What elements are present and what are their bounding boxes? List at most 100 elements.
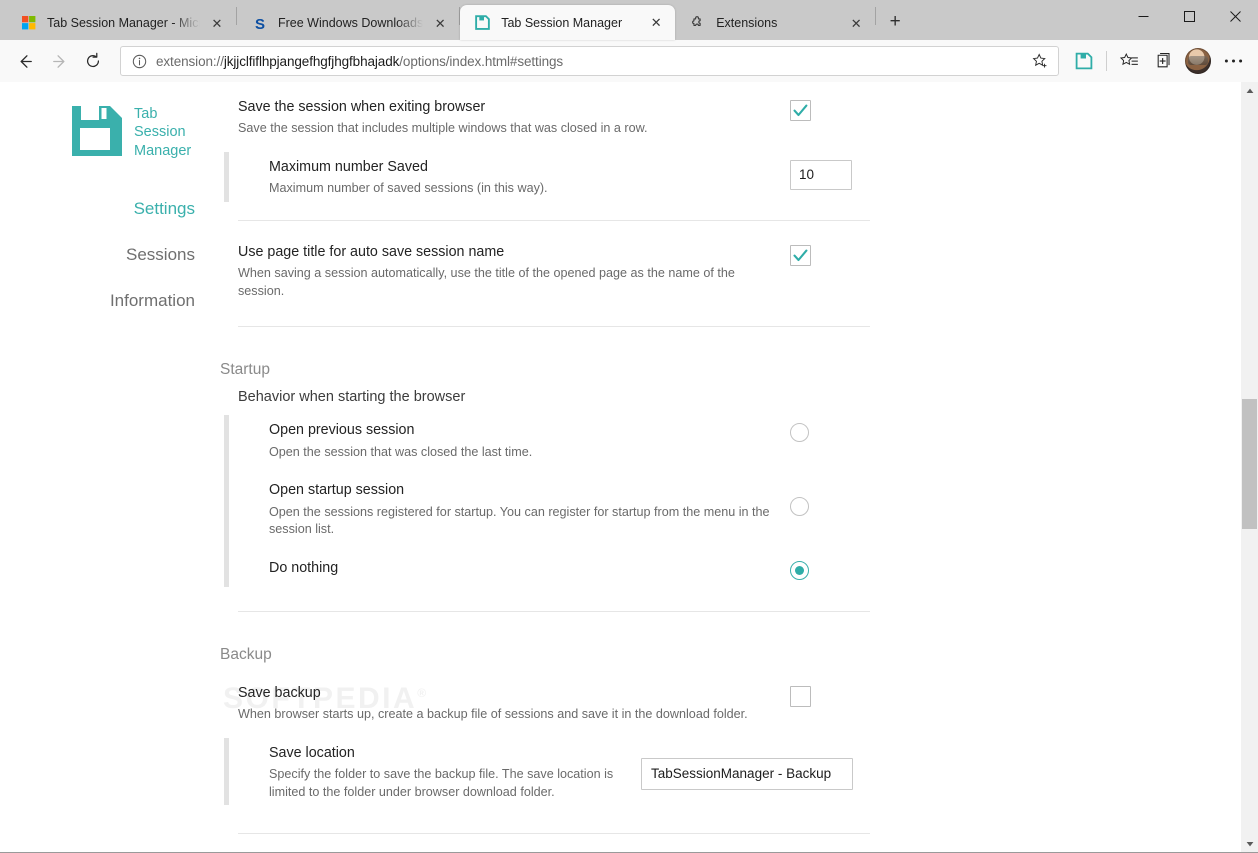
toolbar-separator [1106,51,1107,71]
radio-do-nothing[interactable] [790,560,809,580]
radio-open-previous-session[interactable] [790,423,809,443]
setting-title: Save the session when exiting browser [238,99,486,115]
setting-row-use-page-title: Use page title for auto save session nam… [220,221,880,311]
section-title-startup: Startup [220,361,270,379]
group-title-startup-behavior: Behavior when starting the browser [238,389,466,406]
radio-open-startup-session[interactable] [790,497,809,517]
close-button[interactable] [1212,0,1258,32]
tab-close-icon[interactable]: ✕ [206,12,228,34]
check-icon [793,104,808,117]
scrollbar-thumb[interactable] [1242,399,1257,529]
window-controls [1120,0,1258,32]
setting-row-open-previous-session: Open previous session Open the session t… [238,411,880,471]
page-scrollbar[interactable] [1241,82,1258,852]
setting-description: Specify the folder to save the backup fi… [269,767,614,799]
setting-texts: Save backup When browser starts up, crea… [238,684,790,724]
floppy-disk-icon [474,14,491,31]
sidebar-item-information[interactable]: Information [0,278,195,324]
setting-description: When browser starts up, create a backup … [238,707,748,722]
scroll-down-arrow-icon[interactable] [1241,835,1258,852]
browser-window: Tab Session Manager - Microsoft ✕ S Free… [0,0,1258,853]
site-info-icon[interactable] [129,51,149,71]
setting-description: Open the sessions registered for startup… [269,504,770,537]
browser-tab-2[interactable]: S Free Windows Downloads ✕ [237,6,459,40]
minimize-button[interactable] [1120,0,1166,32]
setting-control [790,243,880,266]
setting-control: TabSessionManager - Backup [641,744,865,790]
new-tab-button[interactable]: + [880,7,910,37]
ellipsis-more-icon[interactable] [1216,44,1250,78]
setting-control [790,684,880,707]
setting-title: Open startup session [269,482,405,499]
brand-line-2: Session [134,124,186,141]
setting-texts: Use page title for auto save session nam… [238,243,790,301]
forward-button[interactable] [42,44,76,78]
url-text[interactable]: extension://jkjjclfiflhpjangefhgfjhgfbha… [149,54,1026,69]
section-divider [238,833,870,835]
setting-row-save-backup: Save backup When browser starts up, crea… [220,674,880,734]
section-title-backup: Backup [220,645,272,663]
browser-tab-3-active[interactable]: Tab Session Manager ✕ [460,5,676,40]
setting-control [790,559,880,580]
input-max-number-saved[interactable]: 10 [790,159,852,190]
setting-title: Save backup [238,684,321,701]
checkbox-use-page-title[interactable] [790,244,811,266]
setting-description: When saving a session automatically, use… [238,266,735,298]
scrollbar-track[interactable] [1241,99,1258,835]
refresh-button[interactable] [76,44,110,78]
address-bar[interactable]: extension://jkjjclfiflhpjangefhgfjhgfbha… [120,46,1059,76]
tab-strip: Tab Session Manager - Microsoft ✕ S Free… [0,0,910,40]
tab-separator [875,7,877,25]
puzzle-piece-icon [689,15,706,32]
floppy-disk-extension-icon[interactable] [1067,44,1101,78]
setting-texts: Open startup session Open the sessions r… [269,481,790,539]
tab-close-icon[interactable]: ✕ [845,12,867,34]
setting-texts: Save the session when exiting browser Sa… [238,98,790,138]
tab-close-icon[interactable]: ✕ [429,12,451,34]
sidebar-item-settings[interactable]: Settings [0,186,195,232]
brand-title: Tab Session Manager [134,104,196,160]
collections-add-icon[interactable] [1146,44,1180,78]
setting-description: Save the session that includes multiple … [238,121,648,136]
setting-description: Maximum number of saved sessions (in thi… [269,181,548,196]
sub-settings-max-saved: Maximum number Saved Maximum number of s… [220,148,880,208]
favorite-star-icon[interactable] [1026,48,1054,74]
setting-title: Open previous session [269,422,415,439]
sub-settings-startup-options: Open previous session Open the session t… [220,411,880,592]
page-viewport: Tab Session Manager Settings Sessions In… [0,82,1258,852]
softpedia-s-icon: S [251,15,268,32]
brand-line-3: Manager [134,142,192,159]
tab-close-icon[interactable]: ✕ [645,12,667,34]
input-save-location[interactable]: TabSessionManager - Backup [641,757,853,790]
scroll-up-arrow-icon[interactable] [1241,82,1258,99]
setting-control [790,421,880,443]
microsoft-logo-icon [20,15,37,32]
checkbox-save-on-exit[interactable] [790,100,811,121]
sidebar-item-sessions[interactable]: Sessions [0,232,195,278]
profile-avatar[interactable] [1185,48,1211,74]
tab-title: Tab Session Manager [501,15,623,30]
setting-row-do-nothing: Do nothing [238,549,880,593]
setting-row-save-location: Save location Specify the folder to save… [238,734,880,812]
title-bar: Tab Session Manager - Microsoft ✕ S Free… [0,0,1258,40]
sidebar-nav: Settings Sessions Information [0,186,212,324]
setting-title: Use page title for auto save session nam… [238,243,505,260]
browser-tab-1[interactable]: Tab Session Manager - Microsoft ✕ [6,6,236,40]
browser-toolbar: extension://jkjjclfiflhpjangefhgfjhgfbha… [0,40,1258,82]
setting-title: Save location [269,744,355,761]
sidebar: Tab Session Manager Settings Sessions In… [0,82,212,852]
extension-options-page: Tab Session Manager Settings Sessions In… [0,82,1241,852]
tab-title: Tab Session Manager - Microsoft [47,16,200,30]
back-button[interactable] [8,44,42,78]
setting-texts: Open previous session Open the session t… [269,421,790,461]
favorites-star-list-icon[interactable] [1112,44,1146,78]
settings-content: SOFTPEDIA® Save the session when exiting… [212,82,1241,852]
checkbox-save-backup[interactable] [790,685,811,707]
brand-header: Tab Session Manager [0,104,212,160]
setting-control [790,98,880,121]
browser-tab-4[interactable]: Extensions ✕ [675,6,875,40]
brand-line-1: Tab [134,106,158,122]
maximize-button[interactable] [1166,0,1212,32]
setting-row-open-startup-session: Open startup session Open the sessions r… [238,471,880,549]
